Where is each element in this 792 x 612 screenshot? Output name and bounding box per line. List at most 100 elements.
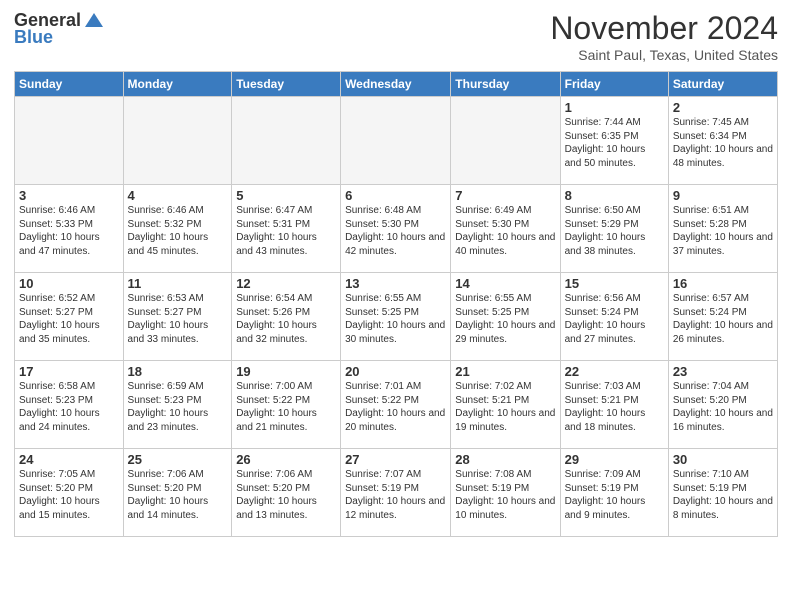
day-info: Sunrise: 7:09 AM Sunset: 5:19 PM Dayligh… [565,468,664,522]
weekday-thursday: Thursday [451,72,560,97]
week-row-2: 3Sunrise: 6:46 AM Sunset: 5:33 PM Daylig… [15,185,778,273]
day-number: 17 [19,364,119,379]
day-info: Sunrise: 6:58 AM Sunset: 5:23 PM Dayligh… [19,380,119,434]
day-info: Sunrise: 7:00 AM Sunset: 5:22 PM Dayligh… [236,380,336,434]
day-number: 3 [19,188,119,203]
day-number: 26 [236,452,336,467]
calendar-cell: 18Sunrise: 6:59 AM Sunset: 5:23 PM Dayli… [123,361,232,449]
day-info: Sunrise: 6:53 AM Sunset: 5:27 PM Dayligh… [128,292,228,346]
day-info: Sunrise: 7:04 AM Sunset: 5:20 PM Dayligh… [673,380,773,434]
calendar-cell: 26Sunrise: 7:06 AM Sunset: 5:20 PM Dayli… [232,449,341,537]
day-info: Sunrise: 6:51 AM Sunset: 5:28 PM Dayligh… [673,204,773,258]
weekday-sunday: Sunday [15,72,124,97]
day-number: 12 [236,276,336,291]
calendar-cell: 9Sunrise: 6:51 AM Sunset: 5:28 PM Daylig… [668,185,777,273]
day-info: Sunrise: 7:10 AM Sunset: 5:19 PM Dayligh… [673,468,773,522]
day-info: Sunrise: 7:03 AM Sunset: 5:21 PM Dayligh… [565,380,664,434]
calendar-cell [341,97,451,185]
calendar-cell: 14Sunrise: 6:55 AM Sunset: 5:25 PM Dayli… [451,273,560,361]
day-info: Sunrise: 7:01 AM Sunset: 5:22 PM Dayligh… [345,380,446,434]
day-info: Sunrise: 7:06 AM Sunset: 5:20 PM Dayligh… [236,468,336,522]
calendar-cell: 7Sunrise: 6:49 AM Sunset: 5:30 PM Daylig… [451,185,560,273]
calendar-cell: 24Sunrise: 7:05 AM Sunset: 5:20 PM Dayli… [15,449,124,537]
calendar-cell [15,97,124,185]
day-number: 30 [673,452,773,467]
calendar-cell: 6Sunrise: 6:48 AM Sunset: 5:30 PM Daylig… [341,185,451,273]
day-number: 11 [128,276,228,291]
weekday-wednesday: Wednesday [341,72,451,97]
day-info: Sunrise: 7:44 AM Sunset: 6:35 PM Dayligh… [565,116,664,170]
calendar-cell: 8Sunrise: 6:50 AM Sunset: 5:29 PM Daylig… [560,185,668,273]
weekday-saturday: Saturday [668,72,777,97]
calendar-cell: 13Sunrise: 6:55 AM Sunset: 5:25 PM Dayli… [341,273,451,361]
calendar-cell: 28Sunrise: 7:08 AM Sunset: 5:19 PM Dayli… [451,449,560,537]
day-number: 20 [345,364,446,379]
day-number: 16 [673,276,773,291]
day-info: Sunrise: 7:05 AM Sunset: 5:20 PM Dayligh… [19,468,119,522]
logo-blue: Blue [14,27,105,48]
weekday-friday: Friday [560,72,668,97]
week-row-1: 1Sunrise: 7:44 AM Sunset: 6:35 PM Daylig… [15,97,778,185]
calendar-cell: 30Sunrise: 7:10 AM Sunset: 5:19 PM Dayli… [668,449,777,537]
day-info: Sunrise: 6:55 AM Sunset: 5:25 PM Dayligh… [455,292,555,346]
calendar-cell: 10Sunrise: 6:52 AM Sunset: 5:27 PM Dayli… [15,273,124,361]
day-number: 10 [19,276,119,291]
day-number: 15 [565,276,664,291]
day-info: Sunrise: 6:47 AM Sunset: 5:31 PM Dayligh… [236,204,336,258]
weekday-monday: Monday [123,72,232,97]
weekday-tuesday: Tuesday [232,72,341,97]
calendar-cell: 23Sunrise: 7:04 AM Sunset: 5:20 PM Dayli… [668,361,777,449]
day-info: Sunrise: 6:50 AM Sunset: 5:29 PM Dayligh… [565,204,664,258]
calendar-table: SundayMondayTuesdayWednesdayThursdayFrid… [14,71,778,537]
day-info: Sunrise: 6:59 AM Sunset: 5:23 PM Dayligh… [128,380,228,434]
day-info: Sunrise: 7:06 AM Sunset: 5:20 PM Dayligh… [128,468,228,522]
calendar-cell: 17Sunrise: 6:58 AM Sunset: 5:23 PM Dayli… [15,361,124,449]
day-info: Sunrise: 7:07 AM Sunset: 5:19 PM Dayligh… [345,468,446,522]
day-info: Sunrise: 6:52 AM Sunset: 5:27 PM Dayligh… [19,292,119,346]
day-number: 29 [565,452,664,467]
calendar-cell: 5Sunrise: 6:47 AM Sunset: 5:31 PM Daylig… [232,185,341,273]
calendar-cell: 29Sunrise: 7:09 AM Sunset: 5:19 PM Dayli… [560,449,668,537]
header: General Blue November 2024 Saint Paul, T… [14,10,778,63]
day-number: 24 [19,452,119,467]
day-info: Sunrise: 7:45 AM Sunset: 6:34 PM Dayligh… [673,116,773,170]
calendar-cell [232,97,341,185]
calendar-cell: 15Sunrise: 6:56 AM Sunset: 5:24 PM Dayli… [560,273,668,361]
day-number: 22 [565,364,664,379]
day-number: 14 [455,276,555,291]
calendar-cell: 19Sunrise: 7:00 AM Sunset: 5:22 PM Dayli… [232,361,341,449]
calendar-cell: 1Sunrise: 7:44 AM Sunset: 6:35 PM Daylig… [560,97,668,185]
day-info: Sunrise: 7:02 AM Sunset: 5:21 PM Dayligh… [455,380,555,434]
day-number: 6 [345,188,446,203]
logo: General Blue [14,10,105,48]
day-number: 21 [455,364,555,379]
calendar-cell: 27Sunrise: 7:07 AM Sunset: 5:19 PM Dayli… [341,449,451,537]
day-number: 23 [673,364,773,379]
day-number: 8 [565,188,664,203]
calendar-cell [123,97,232,185]
day-info: Sunrise: 6:56 AM Sunset: 5:24 PM Dayligh… [565,292,664,346]
day-number: 13 [345,276,446,291]
calendar-cell: 16Sunrise: 6:57 AM Sunset: 5:24 PM Dayli… [668,273,777,361]
day-info: Sunrise: 6:55 AM Sunset: 5:25 PM Dayligh… [345,292,446,346]
week-row-5: 24Sunrise: 7:05 AM Sunset: 5:20 PM Dayli… [15,449,778,537]
calendar-cell: 2Sunrise: 7:45 AM Sunset: 6:34 PM Daylig… [668,97,777,185]
calendar-cell: 21Sunrise: 7:02 AM Sunset: 5:21 PM Dayli… [451,361,560,449]
page-container: General Blue November 2024 Saint Paul, T… [0,0,792,545]
day-number: 2 [673,100,773,115]
title-block: November 2024 Saint Paul, Texas, United … [550,10,778,63]
calendar-cell: 25Sunrise: 7:06 AM Sunset: 5:20 PM Dayli… [123,449,232,537]
day-info: Sunrise: 6:54 AM Sunset: 5:26 PM Dayligh… [236,292,336,346]
calendar-cell: 22Sunrise: 7:03 AM Sunset: 5:21 PM Dayli… [560,361,668,449]
weekday-header-row: SundayMondayTuesdayWednesdayThursdayFrid… [15,72,778,97]
day-number: 9 [673,188,773,203]
day-number: 18 [128,364,228,379]
month-title: November 2024 [550,10,778,47]
calendar-cell: 12Sunrise: 6:54 AM Sunset: 5:26 PM Dayli… [232,273,341,361]
day-number: 27 [345,452,446,467]
calendar-cell: 11Sunrise: 6:53 AM Sunset: 5:27 PM Dayli… [123,273,232,361]
day-info: Sunrise: 6:46 AM Sunset: 5:32 PM Dayligh… [128,204,228,258]
day-number: 1 [565,100,664,115]
location: Saint Paul, Texas, United States [550,47,778,63]
day-number: 4 [128,188,228,203]
